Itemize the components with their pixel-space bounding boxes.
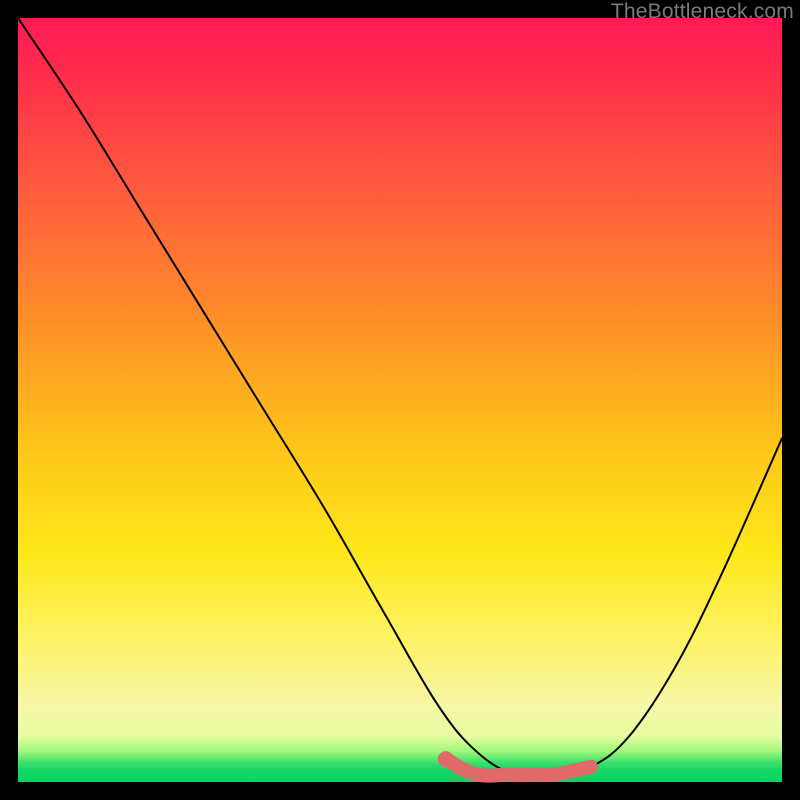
plot-area xyxy=(18,18,782,782)
chart-stage: TheBottleneck.com xyxy=(0,0,800,800)
chart-svg xyxy=(18,18,782,782)
bottleneck-curve xyxy=(18,18,782,777)
optimal-range-highlight xyxy=(446,759,591,776)
optimal-start-dot-icon xyxy=(438,751,454,767)
